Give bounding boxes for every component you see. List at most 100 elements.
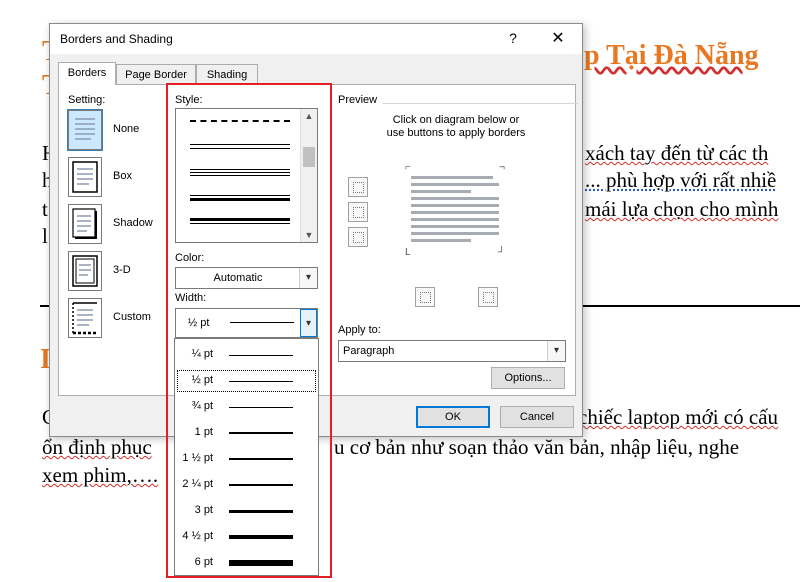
dialog-title-bar[interactable]: Borders and Shading ? ✕ — [50, 24, 582, 54]
corner-mark-icon: ¬ — [499, 162, 505, 173]
scroll-down-icon[interactable]: ▼ — [301, 228, 317, 242]
tab-page-border[interactable]: Page Border — [116, 64, 196, 85]
width-option[interactable]: 6 pt — [176, 551, 317, 575]
chevron-down-icon[interactable]: ▾ — [547, 341, 565, 361]
width-option-label: ¾ pt — [191, 400, 213, 412]
width-option-label: 2 ¼ pt — [182, 478, 213, 490]
options-button[interactable]: Options... — [491, 367, 565, 389]
color-dropdown[interactable]: Automatic ▾ — [175, 267, 318, 289]
width-option[interactable]: 2 ¼ pt — [176, 473, 317, 497]
left-border-button[interactable] — [415, 287, 435, 307]
width-option-line — [229, 354, 293, 356]
doc-line-3-text: ... phù hợp với rất nhiề — [585, 168, 777, 192]
width-option-label: 1 ½ pt — [182, 452, 213, 464]
style-listbox[interactable]: ▲ ▼ — [175, 108, 318, 243]
style-dash-dot-line[interactable] — [190, 120, 290, 122]
setting-shadow-label[interactable]: Shadow — [113, 217, 153, 229]
setting-box-label[interactable]: Box — [113, 170, 132, 182]
setting-shadow-icon[interactable] — [68, 204, 102, 244]
close-button[interactable]: ✕ — [548, 28, 568, 48]
style-thick-thin-b[interactable] — [190, 198, 290, 201]
width-option-label: ½ pt — [191, 374, 213, 386]
style-thin-thick-b[interactable] — [190, 223, 290, 224]
preview-divider — [383, 103, 578, 104]
width-option-label: 6 pt — [194, 556, 213, 568]
apply-to-dropdown[interactable]: Paragraph ▾ — [338, 340, 566, 362]
preview-line — [411, 183, 499, 186]
style-thin-thick-a[interactable] — [190, 218, 290, 221]
apply-to-label: Apply to: — [338, 324, 381, 336]
doc-para-line-2a: ổn định phục — [42, 435, 152, 459]
preview-diagram[interactable]: ⌐ ¬ L ┘ — [405, 162, 505, 258]
style-thick-thin-a[interactable] — [190, 195, 290, 196]
setting-custom-label[interactable]: Custom — [113, 311, 151, 323]
apply-to-value: Paragraph — [343, 345, 395, 357]
style-scrollbar[interactable]: ▲ ▼ — [300, 109, 317, 242]
setting-3d-icon[interactable] — [68, 251, 102, 291]
setting-3d-label[interactable]: 3-D — [113, 264, 131, 276]
preview-line — [411, 218, 499, 221]
setting-box-icon[interactable] — [68, 157, 102, 197]
preview-line — [411, 232, 499, 235]
corner-mark-icon: ┘ — [497, 247, 505, 258]
width-option[interactable]: ¼ pt — [176, 343, 317, 367]
width-option[interactable]: 1 ½ pt — [176, 447, 317, 471]
width-option[interactable]: 4 ½ pt — [176, 525, 317, 549]
preview-line — [411, 176, 493, 179]
corner-mark-icon: ⌐ — [405, 162, 411, 173]
style-double-thin-a[interactable] — [190, 144, 290, 145]
width-option-line — [229, 406, 293, 408]
width-option-line — [229, 560, 293, 566]
setting-label: Setting: — [68, 94, 106, 106]
chevron-down-icon[interactable]: ▾ — [299, 268, 317, 288]
style-label: Style: — [175, 94, 203, 106]
width-option-label: 4 ½ pt — [182, 530, 213, 542]
style-triple-b[interactable] — [190, 172, 290, 173]
document-heading: p Tại Đà Nẵng — [584, 40, 759, 71]
style-triple-c[interactable] — [190, 175, 290, 176]
chevron-down-icon[interactable]: ▾ — [300, 309, 317, 337]
width-option[interactable]: 1 pt — [176, 421, 317, 445]
box-border-icon — [72, 161, 98, 193]
width-option-label: 3 pt — [194, 504, 213, 516]
width-option-line — [229, 483, 293, 487]
none-border-icon — [75, 118, 95, 140]
doc-line-start-3: t — [42, 197, 48, 221]
bottom-border-button[interactable] — [348, 227, 368, 247]
color-label: Color: — [175, 252, 205, 264]
style-triple-a[interactable] — [190, 169, 290, 170]
doc-line-start-4: l — [42, 224, 48, 248]
doc-line-3: ... phù hợp với rất nhiề — [585, 168, 776, 193]
width-option[interactable]: ¾ pt — [176, 395, 317, 419]
preview-line — [411, 197, 499, 200]
style-double-thin-b[interactable] — [190, 148, 290, 149]
setting-custom-icon[interactable] — [68, 298, 102, 338]
scrollbar-thumb[interactable] — [303, 147, 315, 167]
width-option-line — [229, 534, 293, 540]
preview-label: Preview — [338, 94, 378, 106]
tab-borders[interactable]: Borders — [58, 62, 116, 85]
3d-border-icon — [72, 255, 98, 287]
doc-para-line-1: chiếc laptop mới có cấu — [578, 405, 779, 429]
doc-para-line-3-text: xem phim,…. — [42, 463, 159, 487]
doc-para-line-2b: u cơ bản như soạn thảo văn bản, nhập liệ… — [334, 435, 740, 459]
corner-mark-icon: L — [405, 247, 411, 258]
shadow-border-icon — [72, 208, 97, 239]
tab-shading[interactable]: Shading — [196, 64, 258, 85]
scroll-up-icon[interactable]: ▲ — [301, 109, 317, 123]
preview-line — [411, 239, 471, 242]
right-border-button[interactable] — [478, 287, 498, 307]
width-option[interactable]: 3 pt — [176, 499, 317, 523]
setting-none-icon[interactable] — [67, 109, 103, 151]
width-option[interactable]: ½ pt — [176, 369, 317, 393]
ok-button[interactable]: OK — [416, 406, 490, 428]
inside-horizontal-border-button[interactable] — [348, 202, 368, 222]
width-dropdown-list[interactable]: ¼ pt ½ pt ¾ pt 1 pt 1 ½ pt 2 ¼ pt 3 pt 4 ½ pt 6 … — [174, 338, 319, 576]
width-dropdown[interactable]: ½ pt ▾ — [175, 308, 318, 338]
setting-none-label[interactable]: None — [113, 123, 139, 135]
help-button[interactable]: ? — [506, 30, 520, 46]
top-border-button[interactable] — [348, 177, 368, 197]
width-option-line — [229, 380, 293, 382]
cancel-button[interactable]: Cancel — [500, 406, 574, 428]
width-label: Width: — [175, 292, 207, 304]
